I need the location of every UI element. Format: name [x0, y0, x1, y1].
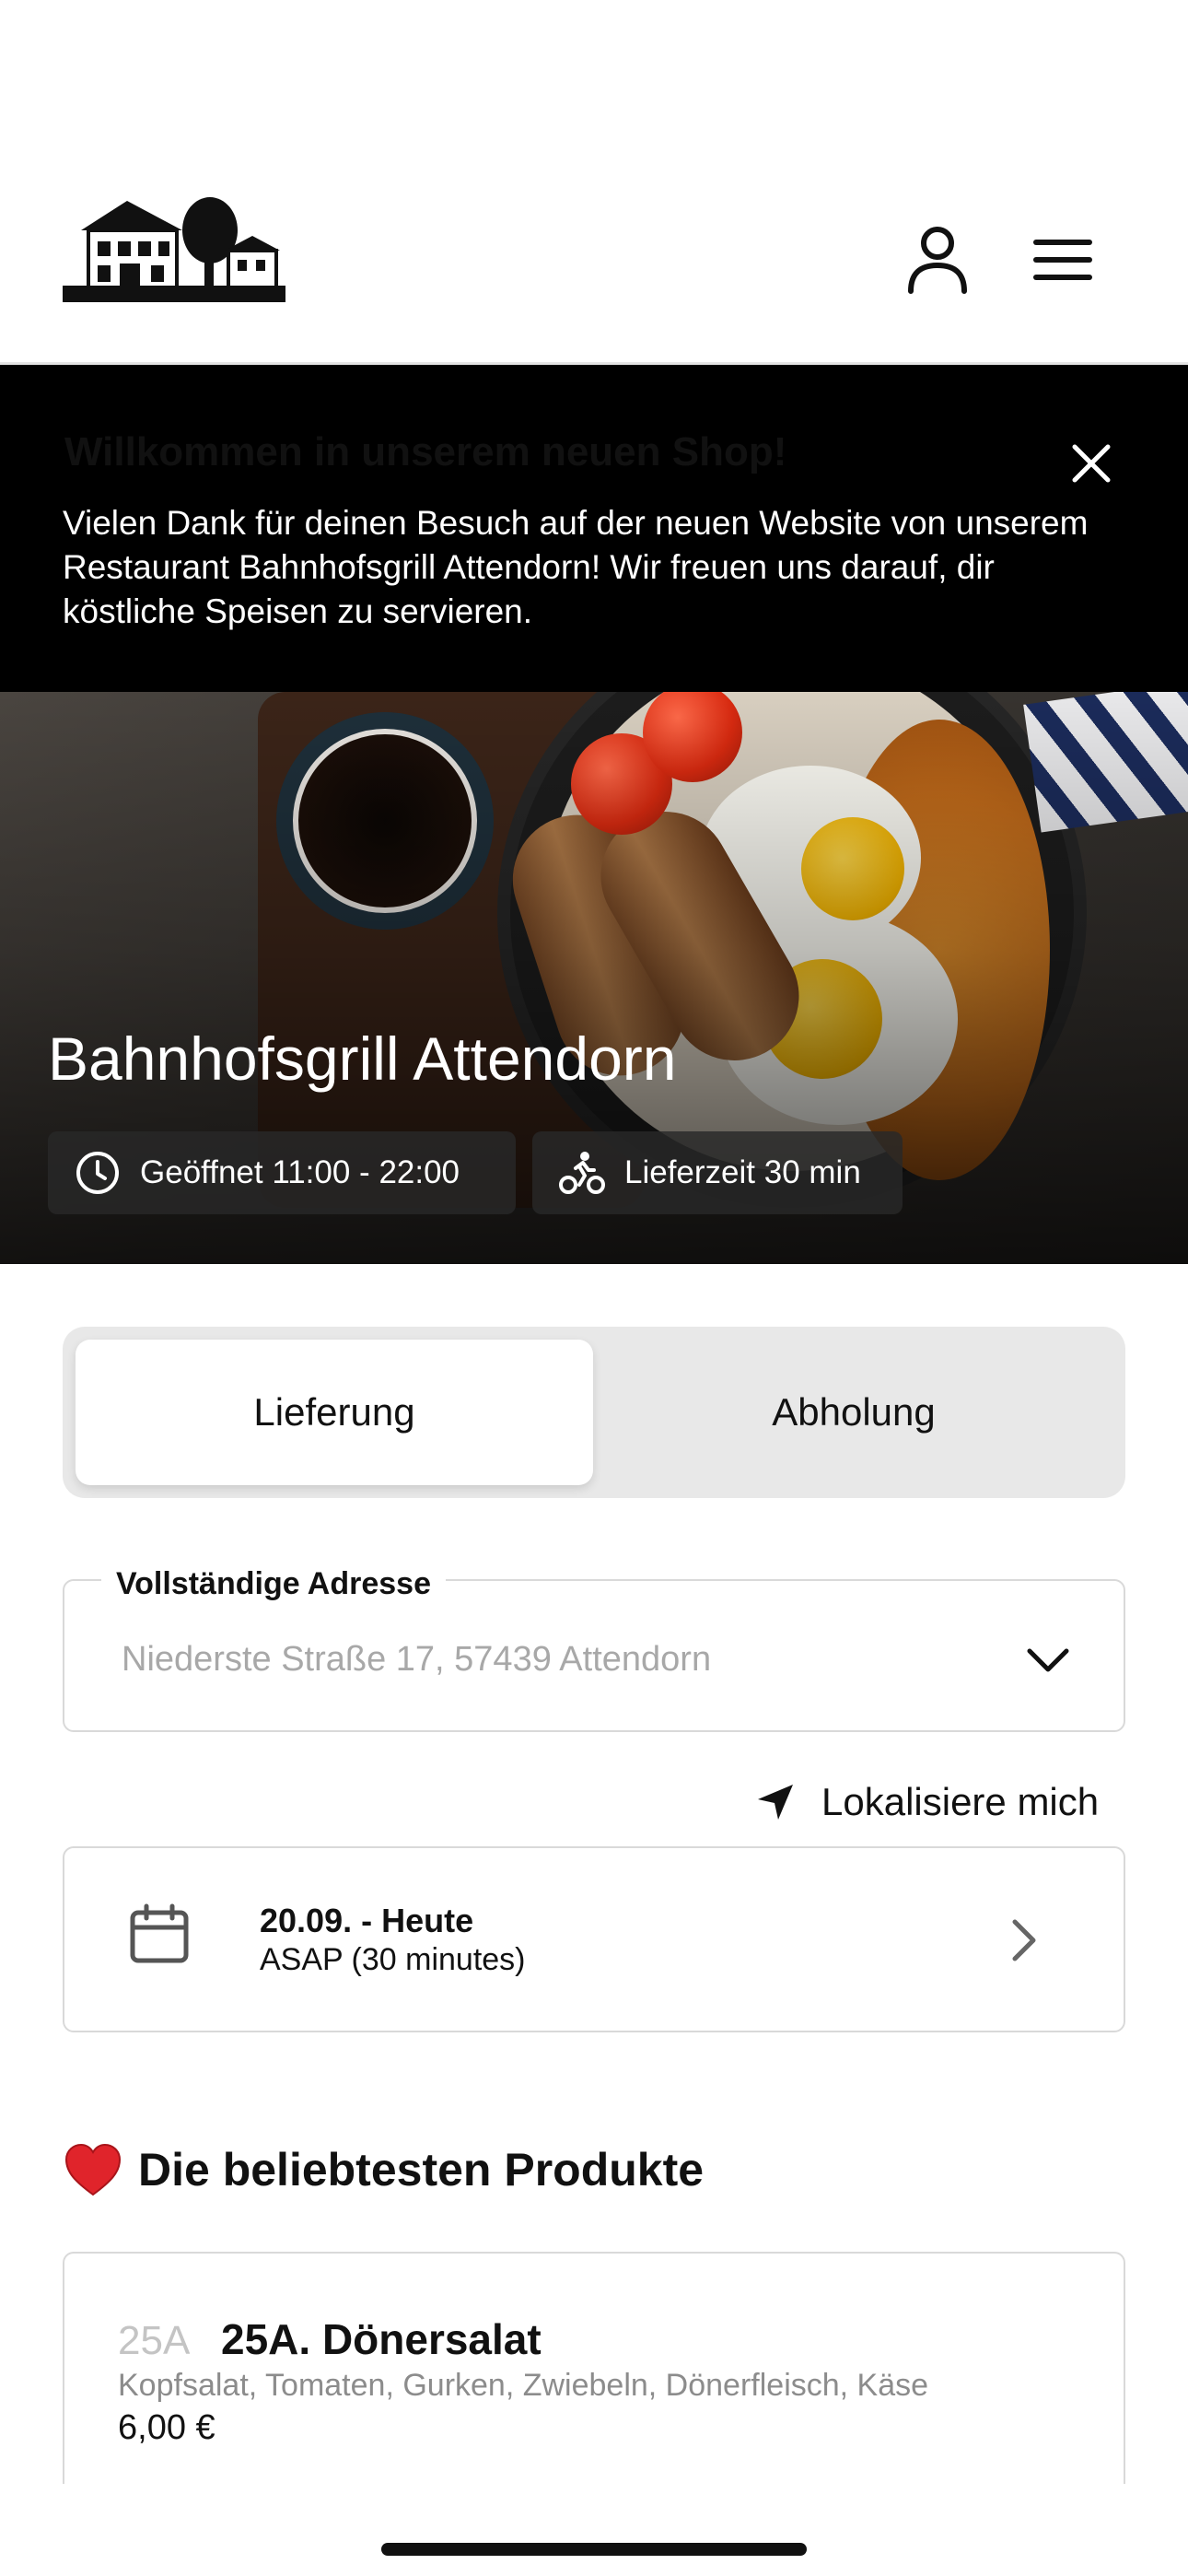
address-label: Vollständige Adresse — [101, 1566, 446, 1602]
popular-products-title: Die beliebtesten Produkte — [138, 2144, 705, 2195]
app-header — [0, 0, 1188, 365]
opening-hours-badge: Geöffnet 11:00 - 22:00 — [48, 1131, 516, 1214]
address-dropdown-toggle[interactable] — [1020, 1633, 1076, 1688]
restaurant-name: Bahnhofsgrill Attendorn — [48, 1025, 677, 1093]
hamburger-menu-icon — [1033, 240, 1092, 280]
heart-icon — [64, 2143, 122, 2196]
delivery-time-option: ASAP (30 minutes) — [260, 1942, 526, 1977]
user-icon — [908, 227, 967, 294]
pickup-tab[interactable]: Abholung — [595, 1340, 1112, 1485]
location-arrow-icon — [753, 1780, 798, 1824]
delivery-date: 20.09. - Heute — [260, 1902, 474, 1939]
delivery-time-text: Lieferzeit 30 min — [624, 1154, 861, 1190]
locate-me-label: Lokalisiere mich — [821, 1780, 1100, 1823]
bottom-safe-area — [0, 2484, 1188, 2576]
banner-title: Willkommen in unserem neuen Shop! — [64, 429, 787, 474]
delivery-tab[interactable]: Lieferung — [76, 1340, 593, 1485]
locate-me-button[interactable]: Lokalisiere mich — [753, 1776, 1099, 1828]
product-price: 6,00 € — [118, 2408, 215, 2447]
chevron-right-icon — [1004, 1914, 1044, 1966]
banner-text: Vielen Dank für deinen Besuch auf der ne… — [63, 504, 1089, 630]
popular-products-heading: Die beliebtesten Produkte — [64, 2143, 704, 2196]
delivery-time-badge: Lieferzeit 30 min — [532, 1131, 903, 1214]
close-icon — [1072, 444, 1111, 483]
clock-icon — [74, 1149, 122, 1197]
menu-button[interactable] — [1022, 219, 1103, 300]
address-placeholder[interactable]: Niederste Straße 17, 57439 Attendorn — [122, 1640, 711, 1680]
chevron-down-icon — [1027, 1648, 1069, 1672]
product-name: 25A. Dönersalat — [221, 2315, 542, 2363]
calendar-icon — [130, 1903, 189, 1963]
banner-close-button[interactable] — [1059, 431, 1124, 496]
order-mode-toggle: Lieferung Abholung — [63, 1327, 1125, 1498]
opening-hours-text: Geöffnet 11:00 - 22:00 — [140, 1154, 460, 1190]
delivery-time-selector[interactable] — [63, 1846, 1125, 2032]
hero-image: Bahnhofsgrill Attendorn Geöffnet 11:00 -… — [0, 692, 1188, 1264]
bicycle-courier-icon — [558, 1149, 606, 1197]
product-code: 25A — [118, 2318, 191, 2363]
account-button[interactable] — [897, 219, 978, 300]
restaurant-logo[interactable] — [63, 193, 285, 302]
product-description: Kopfsalat, Tomaten, Gurken, Zwiebeln, Dö… — [118, 2368, 929, 2403]
home-indicator[interactable] — [381, 2543, 807, 2556]
